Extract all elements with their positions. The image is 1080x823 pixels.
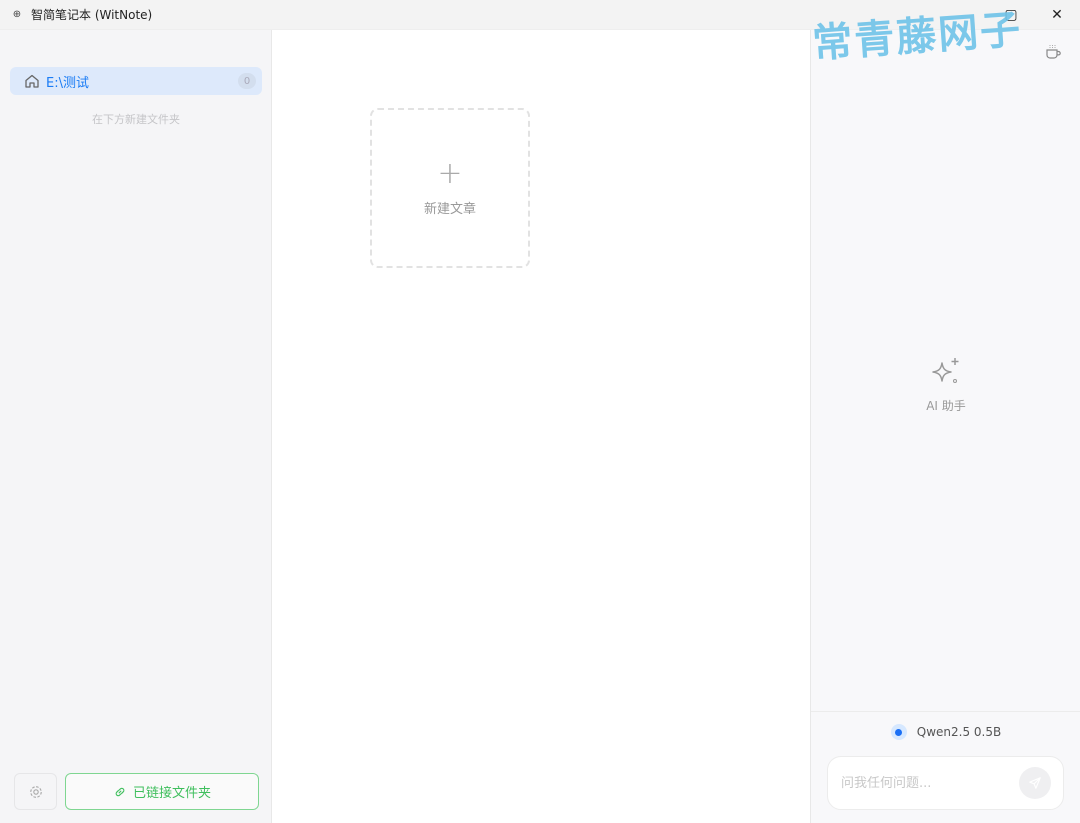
chat-input[interactable] — [841, 775, 1011, 791]
new-article-label: 新建文章 — [423, 201, 476, 217]
folder-count-badge: 0 — [238, 73, 256, 89]
ai-assistant-label: AI 助手 — [926, 399, 966, 413]
linked-folder-label: 已链接文件夹 — [132, 786, 211, 801]
sidebar: E:\测试 0 在下方新建文件夹 已链接文件夹 — [0, 30, 272, 823]
linked-folder-button[interactable]: 已链接文件夹 — [65, 773, 259, 810]
new-folder-hint: 在下方新建文件夹 — [92, 113, 180, 126]
model-radio[interactable] — [890, 724, 907, 740]
plus-icon: + — [437, 155, 463, 191]
sparkle-icon — [932, 358, 959, 383]
folder-name: E:\测试 — [46, 75, 89, 91]
ai-panel: AI 助手 Qwen2.5 0.5B — [810, 30, 1080, 823]
ai-assistant-placeholder: AI 助手 — [811, 355, 1080, 414]
link-icon — [115, 787, 125, 796]
window-title: 智简笔记本 (WitNote) — [31, 8, 153, 22]
chat-area: Qwen2.5 0.5B — [811, 711, 1080, 823]
model-selector[interactable]: Qwen2.5 0.5B — [811, 724, 1080, 740]
chat-input-box — [827, 756, 1064, 810]
close-icon: ✕ — [1051, 7, 1063, 23]
settings-button[interactable] — [14, 773, 57, 810]
home-icon — [25, 74, 39, 88]
title-bar: ⊕ 智简笔记本 (WitNote) ▢ ✕ — [0, 0, 1080, 30]
main-area: + 新建文章 — [272, 30, 810, 823]
maximize-button[interactable]: ▢ — [988, 0, 1034, 30]
app-icon: ⊕ — [12, 9, 22, 20]
send-button[interactable] — [1019, 767, 1051, 799]
model-name: Qwen2.5 0.5B — [916, 725, 1002, 739]
folder-item[interactable]: E:\测试 0 — [10, 67, 262, 95]
gear-icon — [29, 785, 42, 798]
maximize-icon: ▢ — [1004, 7, 1018, 23]
coffee-cup-icon[interactable] — [1044, 44, 1062, 60]
send-icon — [1029, 777, 1041, 789]
new-article-card[interactable]: + 新建文章 — [370, 108, 530, 268]
close-button[interactable]: ✕ — [1034, 0, 1080, 30]
